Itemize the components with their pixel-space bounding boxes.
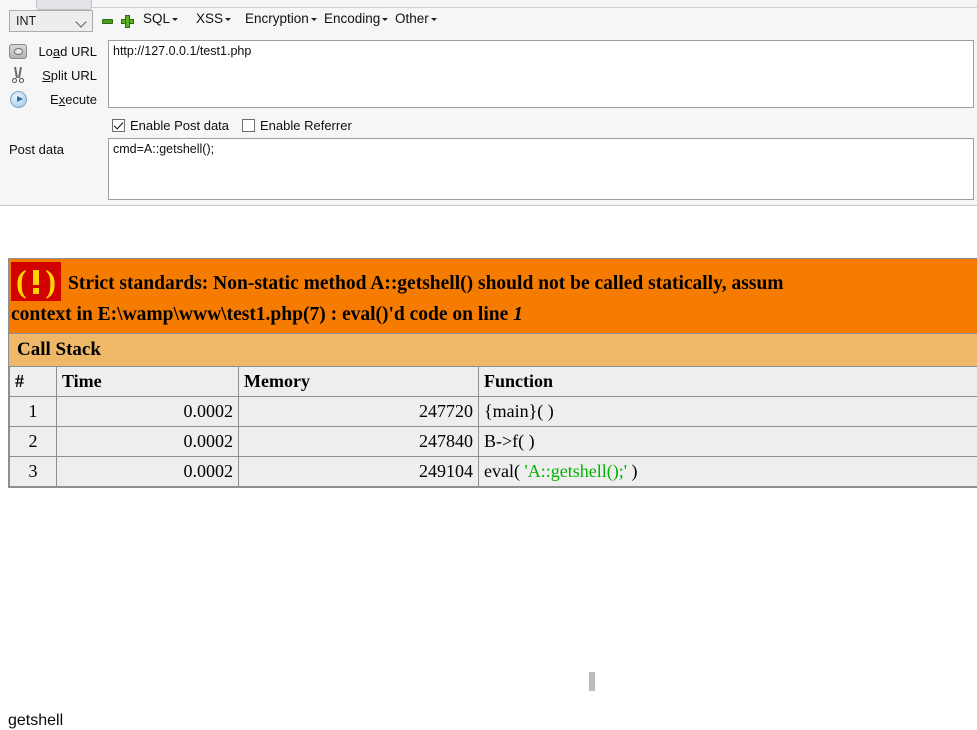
row-num: 3 <box>10 457 57 487</box>
remove-icon[interactable] <box>102 19 113 24</box>
row-function: B->f( ) <box>479 427 977 457</box>
menu-xss-label: XSS <box>196 11 223 26</box>
warning-exclamation-icon: ( ) <box>11 262 61 301</box>
add-icon[interactable] <box>121 15 134 28</box>
xdebug-message-line1: Strict standards: Non-static method A::g… <box>68 273 784 294</box>
type-select[interactable]: INT <box>9 10 93 32</box>
chevron-down-icon <box>75 16 86 27</box>
load-url-button[interactable]: Load URL <box>0 42 104 64</box>
chevron-down-icon <box>311 18 317 21</box>
xdebug-error-block: ( ) Strict standards: Non-static method … <box>8 258 977 488</box>
menu-encryption-label: Encryption <box>245 11 309 26</box>
php-echo-output: getshell <box>8 712 63 730</box>
row-time: 0.0002 <box>57 457 239 487</box>
toolbar-menu-row: INT SQL XSS Encryption Encoding Other <box>0 10 977 36</box>
post-data-label: Post data <box>9 142 64 157</box>
execute-label: Execute <box>50 92 97 107</box>
load-url-label: Load URL <box>38 44 97 59</box>
split-url-button[interactable]: Split URL <box>0 66 104 88</box>
enable-referrer-label[interactable]: Enable Referrer <box>260 118 352 133</box>
row-function: eval( 'A::getshell();' ) <box>479 457 977 487</box>
browser-page-content: ( ) Strict standards: Non-static method … <box>0 206 977 537</box>
panel-tab-handle[interactable] <box>36 0 92 10</box>
call-stack-table: # Time Memory Function 1 0.0002 247720 {… <box>9 366 977 487</box>
row-memory: 247840 <box>239 427 479 457</box>
eval-string-argument: 'A::getshell();' <box>524 461 626 481</box>
table-row: 1 0.0002 247720 {main}( ) <box>10 397 977 427</box>
table-row: 2 0.0002 247840 B->f( ) <box>10 427 977 457</box>
execute-button[interactable]: Execute <box>0 90 104 112</box>
column-header-memory: Memory <box>239 367 479 397</box>
row-num: 2 <box>10 427 57 457</box>
split-url-label: Split URL <box>42 68 97 83</box>
hackbar-toolbar-panel: INT SQL XSS Encryption Encoding Other Lo… <box>0 0 977 206</box>
eval-suffix: ) <box>627 461 638 481</box>
menu-sql-label: SQL <box>143 11 170 26</box>
panel-tab-divider <box>92 7 977 8</box>
text-cursor-icon <box>589 672 595 691</box>
enable-referrer-checkbox[interactable] <box>242 119 255 132</box>
column-header-function: Function <box>479 367 977 397</box>
row-memory: 247720 <box>239 397 479 427</box>
row-num: 1 <box>10 397 57 427</box>
row-function: {main}( ) <box>479 397 977 427</box>
type-select-value: INT <box>16 14 36 28</box>
enable-post-data-label[interactable]: Enable Post data <box>130 118 229 133</box>
row-time: 0.0002 <box>57 397 239 427</box>
chevron-down-icon <box>431 18 437 21</box>
enable-post-data-checkbox[interactable] <box>112 119 125 132</box>
split-url-icon <box>11 67 25 84</box>
column-header-time: Time <box>57 367 239 397</box>
menu-encoding[interactable]: Encoding <box>324 11 388 26</box>
load-url-icon <box>9 44 27 59</box>
column-header-num: # <box>10 367 57 397</box>
table-header-row: # Time Memory Function <box>10 367 977 397</box>
xdebug-message-banner: ( ) Strict standards: Non-static method … <box>9 259 977 333</box>
row-time: 0.0002 <box>57 427 239 457</box>
menu-other[interactable]: Other <box>395 11 437 26</box>
menu-other-label: Other <box>395 11 429 26</box>
post-data-input[interactable]: cmd=A::getshell(); <box>108 138 974 200</box>
menu-encoding-label: Encoding <box>324 11 380 26</box>
menu-xss[interactable]: XSS <box>196 11 231 26</box>
eval-prefix: eval( <box>484 461 524 481</box>
chevron-down-icon <box>382 18 388 21</box>
menu-encryption[interactable]: Encryption <box>245 11 317 26</box>
call-stack-title: Call Stack <box>9 333 977 366</box>
table-row: 3 0.0002 249104 eval( 'A::getshell();' ) <box>10 457 977 487</box>
xdebug-message-line-number: 1 <box>513 304 523 325</box>
chevron-down-icon <box>172 18 178 21</box>
chevron-down-icon <box>225 18 231 21</box>
row-memory: 249104 <box>239 457 479 487</box>
execute-icon <box>10 91 27 108</box>
menu-sql[interactable]: SQL <box>143 11 178 26</box>
xdebug-message-line2: context in E:\wamp\www\test1.php(7) : ev… <box>11 304 513 325</box>
url-input[interactable]: http://127.0.0.1/test1.php <box>108 40 974 108</box>
